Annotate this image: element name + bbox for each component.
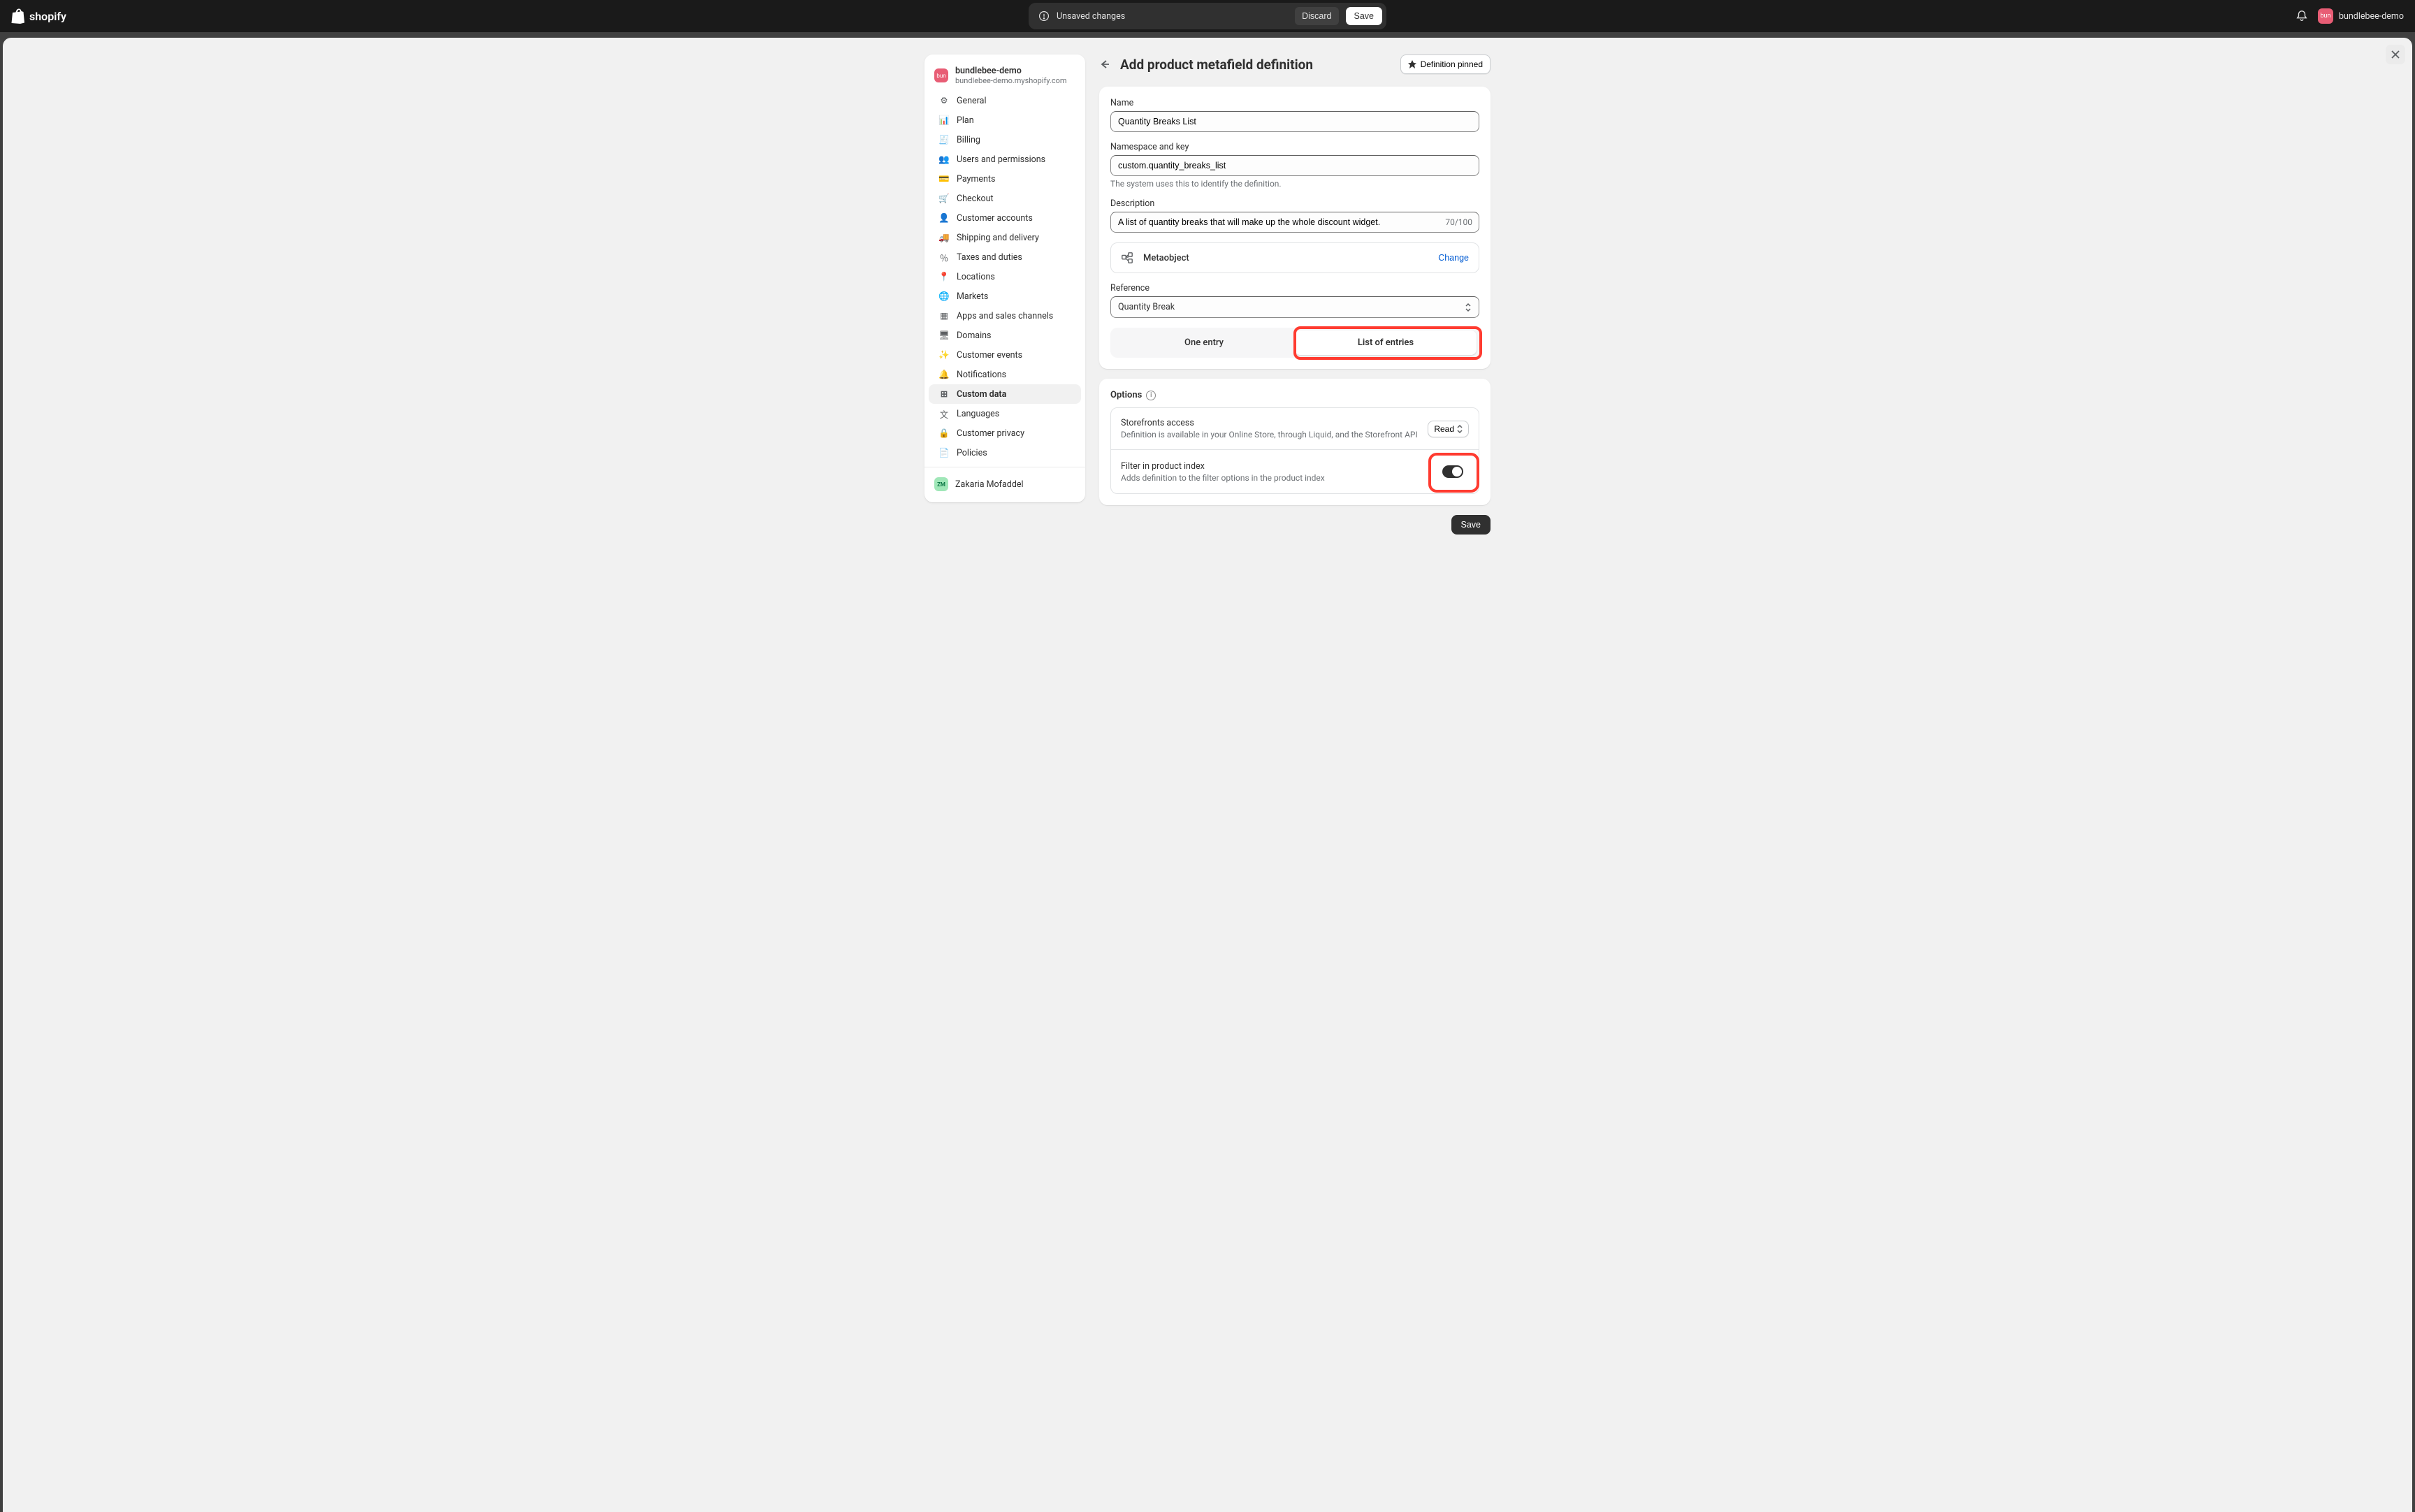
arrow-left-icon [1099,59,1110,70]
sidebar-item-apps[interactable]: ▦Apps and sales channels [929,306,1081,326]
storefronts-access-row: Storefronts access Definition is availab… [1111,408,1479,449]
sidebar-item-billing[interactable]: 🧾Billing [929,130,1081,150]
plan-icon: 📊 [938,115,950,126]
select-chevrons-icon [1465,303,1472,312]
unsaved-changes-label: Unsaved changes [1038,10,1288,22]
sidebar-store-header: bun bundlebee-demo bundlebee-demo.myshop… [924,60,1085,91]
storefronts-access-subtitle: Definition is available in your Online S… [1121,430,1421,439]
namespace-label: Namespace and key [1110,142,1479,152]
options-card: Options i Storefronts access Definition … [1099,379,1491,505]
description-char-count: 70/100 [1445,217,1472,227]
sidebar-item-markets[interactable]: 🌐Markets [929,286,1081,306]
one-entry-segment[interactable]: One entry [1113,330,1295,355]
reference-label: Reference [1110,283,1479,293]
settings-sidebar: bun bundlebee-demo bundlebee-demo.myshop… [924,54,1085,502]
language-icon: 文 [938,408,950,419]
percent-icon: ％ [938,252,950,263]
sidebar-item-languages[interactable]: 文Languages [929,404,1081,423]
bell-icon: 🔔 [938,369,950,380]
page-title: Add product metafield definition [1120,57,1393,73]
sidebar-item-shipping[interactable]: 🚚Shipping and delivery [929,228,1081,247]
discard-button[interactable]: Discard [1295,7,1338,25]
storefronts-access-title: Storefronts access [1121,418,1421,428]
truck-icon: 🚚 [938,232,950,243]
sidebar-item-users[interactable]: 👥Users and permissions [929,150,1081,169]
sidebar-store-url: bundlebee-demo.myshopify.com [955,76,1067,85]
shopify-logo: shopify [11,8,66,24]
name-input[interactable] [1110,111,1479,132]
filter-index-toggle[interactable] [1442,465,1463,478]
reference-select[interactable]: Quantity Break [1110,296,1479,318]
sidebar-item-privacy[interactable]: 🔒Customer privacy [929,423,1081,443]
person-icon: 👤 [938,212,950,224]
metafield-type-name: Metaobject [1143,253,1428,263]
sidebar-item-locations[interactable]: 📍Locations [929,267,1081,286]
sidebar-item-custom-data[interactable]: ⊞Custom data [929,384,1081,404]
apps-icon: ▦ [938,310,950,321]
definition-card: Name Namespace and key The system uses t… [1099,87,1491,369]
contextual-save-bar: Unsaved changes Discard Save [1029,3,1386,29]
entry-type-segmented-control: One entry List of entries [1110,328,1479,358]
receipt-icon: 🧾 [938,134,950,145]
lock-icon: 🔒 [938,428,950,439]
sidebar-item-general[interactable]: ⚙General [929,91,1081,110]
sidebar-user[interactable]: ZM Zakaria Mofaddel [924,472,1085,497]
store-avatar-icon: bun [934,68,948,82]
sidebar-item-checkout[interactable]: 🛒Checkout [929,189,1081,208]
sidebar-item-plan[interactable]: 📊Plan [929,110,1081,130]
sidebar-item-taxes[interactable]: ％Taxes and duties [929,247,1081,267]
definition-pinned-button[interactable]: Definition pinned [1400,54,1491,74]
cart-icon: 🛒 [938,193,950,204]
document-icon: 📄 [938,447,950,458]
select-chevrons-icon [1457,425,1463,433]
sidebar-item-payments[interactable]: 💳Payments [929,169,1081,189]
filter-index-title: Filter in product index [1121,461,1430,472]
sidebar-item-customer-accounts[interactable]: 👤Customer accounts [929,208,1081,228]
sidebar-store-name: bundlebee-demo [955,66,1067,76]
namespace-help-text: The system uses this to identify the def… [1110,179,1479,189]
close-icon [2391,50,2400,59]
globe-icon: 🌐 [938,291,950,302]
users-icon: 👥 [938,154,950,165]
sidebar-item-policies[interactable]: 📄Policies [929,443,1081,463]
sidebar-item-customer-events[interactable]: ✨Customer events [929,345,1081,365]
pin-icon [1408,60,1416,68]
notification-bell-icon[interactable] [2296,10,2308,22]
top-bar: shopify Unsaved changes Discard Save bun… [0,0,2415,32]
info-icon [1038,10,1050,22]
data-icon: ⊞ [938,388,950,400]
store-switcher[interactable]: bun bundlebee-demo [2318,8,2404,24]
options-heading: Options i [1110,390,1479,400]
description-input[interactable] [1110,212,1479,233]
namespace-input[interactable] [1110,155,1479,176]
shopify-bag-icon [11,8,25,24]
metafield-type-row: Metaobject Change [1110,242,1479,273]
gear-icon: ⚙ [938,95,950,106]
filter-index-subtitle: Adds definition to the filter options in… [1121,473,1430,483]
back-button[interactable] [1099,57,1113,71]
save-button-top[interactable]: Save [1346,7,1383,25]
card-icon: 💳 [938,173,950,184]
save-button-bottom[interactable]: Save [1451,515,1491,535]
store-name-top: bundlebee-demo [2339,11,2404,22]
list-of-entries-segment[interactable]: List of entries [1295,330,1477,355]
name-label: Name [1110,98,1479,108]
sidebar-item-domains[interactable]: 🖥Domains [929,326,1081,345]
domain-icon: 🖥 [938,330,950,341]
sidebar-item-notifications[interactable]: 🔔Notifications [929,365,1081,384]
filter-index-row: Filter in product index Adds definition … [1111,449,1479,493]
info-icon[interactable]: i [1146,391,1156,400]
metaobject-icon [1121,252,1133,264]
close-button[interactable] [2386,45,2405,64]
settings-modal: bun bundlebee-demo bundlebee-demo.myshop… [3,38,2412,1512]
pin-icon: 📍 [938,271,950,282]
change-type-button[interactable]: Change [1438,253,1469,263]
description-label: Description [1110,198,1479,209]
sidebar-user-name: Zakaria Mofaddel [955,479,1024,490]
storefronts-access-select[interactable]: Read [1428,421,1469,437]
events-icon: ✨ [938,349,950,361]
store-avatar-icon: bun [2318,8,2333,24]
logo-text: shopify [29,10,66,23]
user-avatar-icon: ZM [934,477,948,491]
